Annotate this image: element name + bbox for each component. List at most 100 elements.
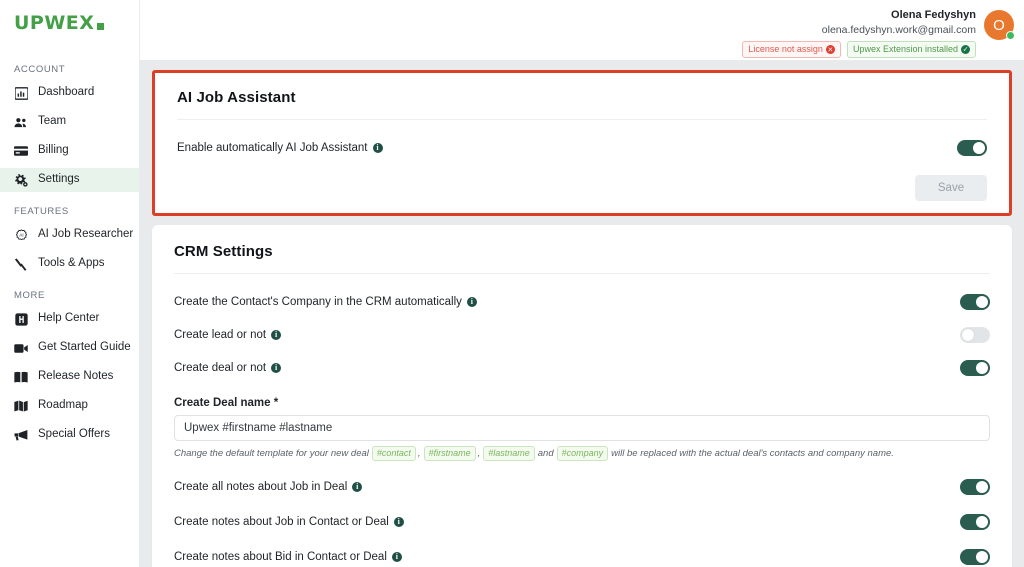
sidebar-item-tools-apps[interactable]: Tools & Apps bbox=[0, 252, 139, 276]
sidebar-item-label: Team bbox=[38, 115, 67, 128]
deal-name-label: Create Deal name * bbox=[174, 397, 279, 409]
sidebar-list-more: Help Center Get Started Guide Release No… bbox=[0, 307, 139, 447]
row-label-wrap: Enable automatically AI Job Assistant i bbox=[177, 142, 383, 154]
sidebar-item-get-started-guide[interactable]: Get Started Guide bbox=[0, 336, 139, 360]
deal-name-input[interactable] bbox=[174, 415, 990, 441]
row-label: Create notes about Bid in Contact or Dea… bbox=[174, 550, 387, 563]
info-icon[interactable]: i bbox=[271, 329, 282, 340]
toggle-notes-job-deal[interactable] bbox=[960, 478, 990, 495]
sidebar-item-special-offers[interactable]: Special Offers bbox=[0, 423, 139, 447]
divider bbox=[177, 119, 987, 120]
user-email: olena.fedyshyn.work@gmail.com bbox=[821, 24, 976, 36]
row-label-wrap: Create notes about Job in Contact or Dea… bbox=[174, 516, 404, 528]
sidebar-item-label: Release Notes bbox=[38, 370, 114, 383]
crm-rows-top: Create the Contact's Company in the CRM … bbox=[174, 290, 990, 379]
toggle-knob bbox=[976, 515, 988, 528]
ai-assistant-enable-row: Enable automatically AI Job Assistant i bbox=[177, 136, 987, 159]
user-block[interactable]: Olena Fedyshyn olena.fedyshyn.work@gmail… bbox=[742, 8, 1015, 58]
save-button-ai-assistant[interactable]: Save bbox=[915, 175, 987, 201]
hint-comma: , bbox=[417, 448, 421, 459]
sidebar-item-label: Get Started Guide bbox=[38, 341, 131, 354]
row-label: Create lead or not bbox=[174, 328, 267, 341]
status-badges: License not assign Upwex Extension insta… bbox=[742, 41, 976, 58]
crm-row-create-company: Create the Contact's Company in the CRM … bbox=[174, 290, 990, 313]
sidebar-section-features: FEATURES bbox=[14, 206, 69, 217]
sidebar-item-roadmap[interactable]: Roadmap bbox=[0, 394, 139, 418]
status-badge-extension[interactable]: Upwex Extension installed bbox=[846, 41, 976, 58]
sidebar-item-dashboard[interactable]: Dashboard bbox=[0, 81, 139, 105]
row-label: Create all notes about Job in Deal bbox=[174, 480, 348, 493]
toggle-create-deal[interactable] bbox=[960, 359, 990, 376]
hint-prefix: Change the default template for your new… bbox=[174, 448, 369, 459]
info-icon[interactable]: i bbox=[271, 362, 282, 373]
app-root: UPWEX ACCOUNT Dashboard Team Billing Set… bbox=[0, 0, 1024, 567]
content: AI Job Assistant Enable automatically AI… bbox=[140, 70, 1024, 567]
crm-rows-bottom: Create all notes about Job in Deal i Cre… bbox=[174, 475, 990, 567]
sidebar-item-label: AI Job Researcher bbox=[38, 228, 134, 241]
info-icon[interactable]: i bbox=[352, 481, 363, 492]
ai-assistant-save-row: Save bbox=[177, 175, 987, 201]
online-status-dot-icon bbox=[1006, 31, 1015, 40]
row-label: Create deal or not bbox=[174, 361, 267, 374]
sidebar-item-release-notes[interactable]: Release Notes bbox=[0, 365, 139, 389]
logo[interactable]: UPWEX bbox=[0, 0, 139, 46]
crm-settings-card: CRM Settings Create the Contact's Compan… bbox=[152, 225, 1012, 567]
logo-text: UPWEX bbox=[14, 12, 95, 34]
badge-label: License not assign bbox=[748, 44, 823, 54]
gears-icon bbox=[14, 173, 28, 187]
credit-card-icon bbox=[14, 144, 28, 158]
toggle-create-company[interactable] bbox=[960, 293, 990, 310]
info-icon[interactable]: i bbox=[372, 142, 383, 153]
toggle-knob bbox=[962, 328, 974, 341]
info-icon[interactable]: i bbox=[391, 551, 402, 562]
tag-company: #company bbox=[556, 446, 609, 461]
row-label: Create notes about Job in Contact or Dea… bbox=[174, 515, 389, 528]
sidebar-list-features: AI AI Job Researcher Tools & Apps bbox=[0, 223, 139, 276]
toggle-knob bbox=[976, 295, 988, 308]
sidebar-list-account: Dashboard Team Billing Settings bbox=[0, 81, 139, 192]
info-icon[interactable]: i bbox=[393, 516, 404, 527]
hint-suffix: will be replaced with the actual deal's … bbox=[611, 448, 894, 459]
hint-conjunction: and bbox=[537, 448, 554, 459]
row-label-wrap: Create all notes about Job in Deal i bbox=[174, 480, 363, 493]
ai-job-assistant-card: AI Job Assistant Enable automatically AI… bbox=[155, 73, 1009, 213]
avatar[interactable]: O bbox=[984, 10, 1015, 40]
megaphone-icon bbox=[14, 428, 28, 442]
toggle-knob bbox=[976, 480, 988, 493]
toggle-notes-bid[interactable] bbox=[960, 548, 990, 565]
row-label: Create the Contact's Company in the CRM … bbox=[174, 295, 462, 308]
row-label-wrap: Create deal or not i bbox=[174, 361, 282, 374]
crm-row-notes-bid: Create notes about Bid in Contact or Dea… bbox=[174, 545, 990, 567]
top-bar: Olena Fedyshyn olena.fedyshyn.work@gmail… bbox=[140, 0, 1024, 60]
crm-row-create-deal: Create deal or not i bbox=[174, 356, 990, 379]
sidebar-section-more: MORE bbox=[14, 290, 45, 301]
sidebar-item-billing[interactable]: Billing bbox=[0, 139, 139, 163]
people-icon bbox=[14, 115, 28, 129]
info-icon[interactable]: i bbox=[466, 296, 477, 307]
sidebar-item-ai-job-researcher[interactable]: AI AI Job Researcher bbox=[0, 223, 139, 247]
sidebar-item-label: Billing bbox=[38, 144, 69, 157]
sidebar-item-help-center[interactable]: Help Center bbox=[0, 307, 139, 331]
map-icon bbox=[14, 399, 28, 413]
status-badge-license[interactable]: License not assign bbox=[742, 41, 841, 58]
sidebar-item-team[interactable]: Team bbox=[0, 110, 139, 134]
toggle-notes-job-contact-deal[interactable] bbox=[960, 513, 990, 530]
tag-lastname: #lastname bbox=[483, 446, 535, 461]
sidebar: UPWEX ACCOUNT Dashboard Team Billing Set… bbox=[0, 0, 140, 567]
badge-label: Upwex Extension installed bbox=[852, 44, 958, 54]
row-label: Enable automatically AI Job Assistant bbox=[177, 141, 368, 154]
book-icon bbox=[14, 370, 28, 384]
crm-row-notes-job-deal: Create all notes about Job in Deal i bbox=[174, 475, 990, 498]
toggle-knob bbox=[976, 550, 988, 563]
divider bbox=[174, 273, 990, 274]
logo-square-icon bbox=[97, 22, 105, 30]
sidebar-item-label: Special Offers bbox=[38, 428, 111, 441]
sidebar-section-account: ACCOUNT bbox=[14, 64, 66, 75]
check-circle-icon bbox=[961, 45, 970, 54]
ai-job-assistant-highlight: AI Job Assistant Enable automatically AI… bbox=[152, 70, 1012, 216]
user-meta: Olena Fedyshyn olena.fedyshyn.work@gmail… bbox=[742, 8, 976, 58]
toggle-enable-ai-job-assistant[interactable] bbox=[957, 139, 987, 156]
sidebar-item-settings[interactable]: Settings bbox=[0, 168, 139, 192]
toggle-create-lead[interactable] bbox=[960, 326, 990, 343]
sidebar-item-label: Roadmap bbox=[38, 399, 88, 412]
